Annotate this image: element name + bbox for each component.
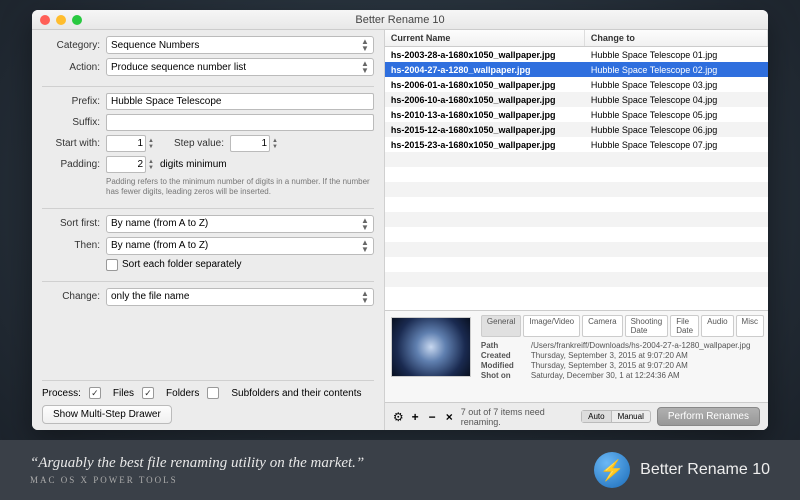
col-current[interactable]: Current Name <box>385 30 585 46</box>
meta-tabs: GeneralImage/VideoCameraShooting DateFil… <box>481 315 764 337</box>
table-row[interactable]: hs-2003-28-a-1680x1050_wallpaper.jpgHubb… <box>385 47 768 62</box>
table-row[interactable]: hs-2006-01-a-1680x1050_wallpaper.jpgHubb… <box>385 77 768 92</box>
suffix-input[interactable] <box>106 114 374 131</box>
sort1-label: Sort first: <box>42 218 100 229</box>
meta-tab[interactable]: General <box>481 315 521 337</box>
sort2-label: Then: <box>42 240 100 251</box>
meta-tab[interactable]: Audio <box>701 315 733 337</box>
prefix-input[interactable]: Hubble Space Telescope <box>106 93 374 110</box>
multi-step-button[interactable]: Show Multi-Step Drawer <box>42 405 172 424</box>
sort-separate-label: Sort each folder separately <box>122 259 242 270</box>
app-window: Better Rename 10 Category: Sequence Numb… <box>32 10 768 430</box>
settings-panel: Category: Sequence Numbers▲▼ Action: Pro… <box>32 30 384 430</box>
file-panel: Current Name Change to hs-2003-28-a-1680… <box>384 30 768 430</box>
bolt-icon: ⚡ <box>594 452 630 488</box>
prefix-label: Prefix: <box>42 96 100 107</box>
stepper-arrows-icon[interactable]: ▲▼ <box>148 159 154 171</box>
change-select[interactable]: only the file name▲▼ <box>106 288 374 306</box>
chevron-updown-icon: ▲▼ <box>361 38 369 52</box>
table-row[interactable]: hs-2015-23-a-1680x1050_wallpaper.jpgHubb… <box>385 137 768 152</box>
promo-footer: “Arguably the best file renaming utility… <box>0 440 800 500</box>
quote: “Arguably the best file renaming utility… <box>30 455 594 485</box>
table-row[interactable]: hs-2010-13-a-1680x1050_wallpaper.jpgHubb… <box>385 107 768 122</box>
table-body[interactable]: hs-2003-28-a-1680x1050_wallpaper.jpgHubb… <box>385 47 768 310</box>
add-button[interactable]: + <box>410 410 421 424</box>
step-label: Step value: <box>174 138 224 149</box>
titlebar[interactable]: Better Rename 10 <box>32 10 768 30</box>
meta-tab[interactable]: Image/Video <box>523 315 580 337</box>
padding-stepper[interactable]: 2 <box>106 156 146 173</box>
sort1-select[interactable]: By name (from A to Z)▲▼ <box>106 215 374 233</box>
change-label: Change: <box>42 291 100 302</box>
process-label: Process: <box>42 388 81 399</box>
preview-pane: GeneralImage/VideoCameraShooting DateFil… <box>385 310 768 402</box>
col-changeto[interactable]: Change to <box>585 30 768 46</box>
folders-checkbox[interactable] <box>142 387 154 399</box>
remove-button[interactable]: − <box>427 410 438 424</box>
table-row[interactable]: hs-2006-10-a-1680x1050_wallpaper.jpgHubb… <box>385 92 768 107</box>
padding-help: Padding refers to the minimum number of … <box>106 177 374 198</box>
sort-separate-checkbox[interactable] <box>106 259 118 271</box>
stepper-arrows-icon[interactable]: ▲▼ <box>148 138 154 150</box>
action-label: Action: <box>42 62 100 73</box>
window-title: Better Rename 10 <box>32 14 768 26</box>
chevron-updown-icon: ▲▼ <box>361 60 369 74</box>
files-checkbox[interactable] <box>89 387 101 399</box>
meta-tab[interactable]: Shooting Date <box>625 315 669 337</box>
start-stepper[interactable]: 1 <box>106 135 146 152</box>
gear-icon[interactable]: ⚙ <box>393 410 404 424</box>
perform-button[interactable]: Perform Renames <box>657 407 760 426</box>
bottom-bar: ⚙ + − × 7 out of 7 items need renaming. … <box>385 402 768 430</box>
suffix-label: Suffix: <box>42 117 100 128</box>
meta-tab[interactable]: File Date <box>670 315 699 337</box>
clear-button[interactable]: × <box>444 410 455 424</box>
mode-segment[interactable]: AutoManual <box>581 410 651 423</box>
padding-label: Padding: <box>42 159 100 170</box>
subfolders-checkbox[interactable] <box>207 387 219 399</box>
product-logo: ⚡ Better Rename 10 <box>594 452 770 488</box>
stepper-arrows-icon[interactable]: ▲▼ <box>272 138 278 150</box>
chevron-updown-icon: ▲▼ <box>361 239 369 253</box>
table-row[interactable]: hs-2015-12-a-1680x1050_wallpaper.jpgHubb… <box>385 122 768 137</box>
table-header: Current Name Change to <box>385 30 768 47</box>
category-select[interactable]: Sequence Numbers▲▼ <box>106 36 374 54</box>
status-text: 7 out of 7 items need renaming. <box>461 407 575 427</box>
category-label: Category: <box>42 40 100 51</box>
chevron-updown-icon: ▲▼ <box>361 290 369 304</box>
start-label: Start with: <box>42 138 100 149</box>
chevron-updown-icon: ▲▼ <box>361 217 369 231</box>
table-row[interactable]: hs-2004-27-a-1280_wallpaper.jpgHubble Sp… <box>385 62 768 77</box>
meta-tab[interactable]: Camera <box>582 315 622 337</box>
sort2-select[interactable]: By name (from A to Z)▲▼ <box>106 237 374 255</box>
meta-tab[interactable]: Misc <box>736 315 764 337</box>
action-select[interactable]: Produce sequence number list▲▼ <box>106 58 374 76</box>
step-stepper[interactable]: 1 <box>230 135 270 152</box>
padding-suffix: digits minimum <box>160 159 227 170</box>
thumbnail <box>391 317 471 377</box>
